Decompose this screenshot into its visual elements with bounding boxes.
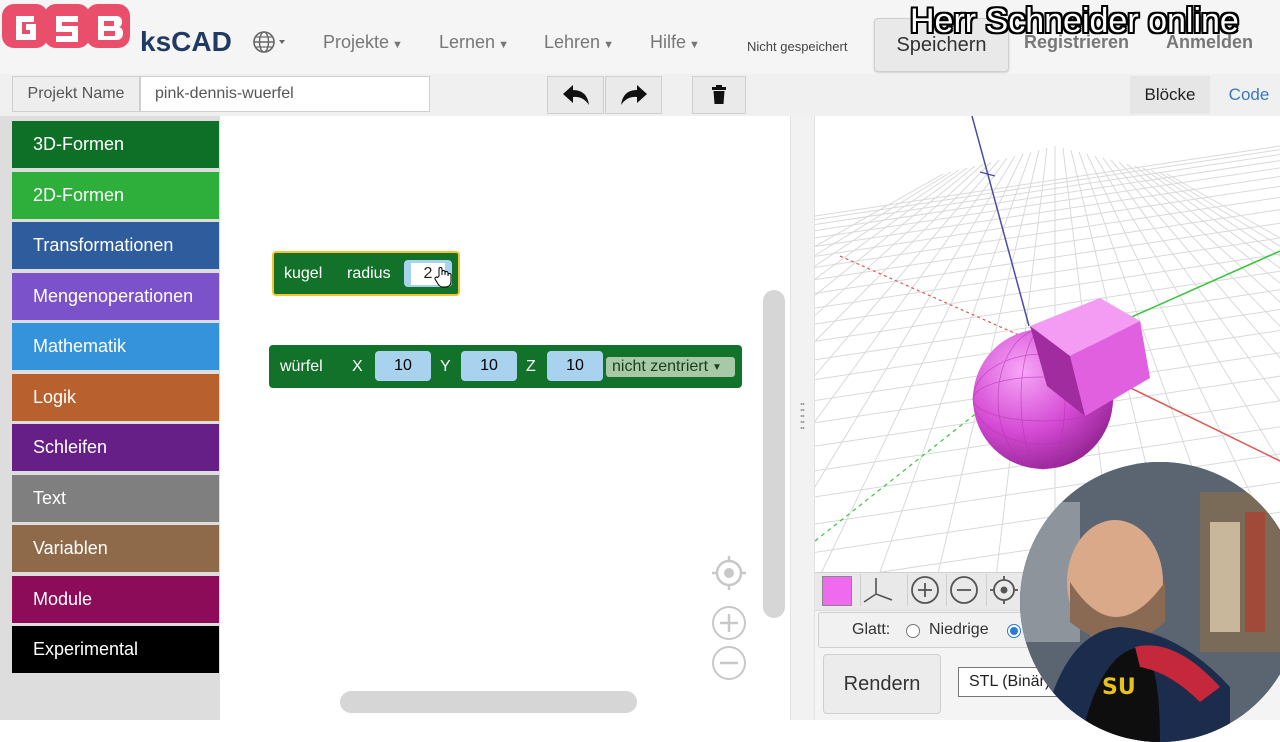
axes-icon [863,578,893,603]
category-transformations[interactable]: Transformationen [12,222,219,269]
smoothness-label: Glatt: [852,621,891,638]
nav-help-label: Hilfe [650,32,687,52]
blocks-workspace[interactable] [220,116,790,720]
cube-z-slot: 10 [547,351,603,381]
undo-arrow-icon [562,85,589,105]
z-axis [971,116,1030,327]
zoom-out-icon[interactable] [711,645,747,681]
smoothness-low-radio[interactable] [906,624,920,638]
sphere-block-title: kugel [284,264,323,282]
recenter-icon[interactable] [711,555,747,591]
caret-down-icon: ▼ [603,39,614,51]
cube-x-input[interactable]: 10 [386,354,420,378]
nav-learn[interactable]: Lernen ▼ [439,32,509,53]
zoom-in-icon[interactable] [711,605,747,641]
brand-name[interactable]: ksCAD [140,26,232,58]
cube-x-label: X [352,357,363,375]
gsb-logo-icon [2,4,130,48]
undo-button[interactable] [547,76,604,114]
cube-z-label: Z [526,357,536,375]
category-2d-shapes[interactable]: 2D-Formen [12,172,219,219]
channel-watermark: Herr Schneider online [910,2,1239,40]
cube-center-dropdown[interactable]: nicht zentriert ▼ [606,357,735,377]
unsaved-status: Nicht gespeichert [747,39,848,54]
drag-handle-icon[interactable] [800,400,805,436]
zoom-in-icon [911,576,939,604]
category-modules[interactable]: Module [12,576,219,623]
cube-z-input[interactable]: 10 [558,354,592,378]
tab-code[interactable]: Code [1218,76,1280,114]
hand-cursor-icon [434,267,452,288]
nav-learn-label: Lernen [439,32,496,52]
category-loops[interactable]: Schleifen [12,424,219,471]
project-name-input[interactable]: pink-dennis-wuerfel [140,76,430,112]
nav-projects-label: Projekte [323,32,390,52]
dropdown-arrow-icon: ▼ [712,361,722,373]
workspace-vertical-scrollbar[interactable] [763,290,785,618]
project-name-label: Projekt Name [12,76,140,112]
cube-y-label: Y [440,357,451,375]
viewer-zoom-out-button[interactable] [946,574,981,606]
recenter-icon [990,576,1018,604]
cube-center-value: nicht zentriert [612,358,709,375]
delete-button[interactable] [692,76,746,114]
category-set-operations[interactable]: Mengenoperationen [12,273,219,320]
zoom-out-icon [950,576,978,604]
redo-button[interactable] [605,76,662,114]
radio-selected-dot [1010,627,1018,635]
sphere-radius-label: radius [347,264,391,282]
smoothness-medium-radio[interactable] [1007,624,1021,638]
category-text[interactable]: Text [12,475,219,522]
workspace-horizontal-scrollbar[interactable] [340,691,637,713]
cube-y-slot: 10 [461,351,517,381]
render-button[interactable]: Rendern [823,654,941,714]
object-color-picker[interactable] [822,576,852,606]
axes-toggle-button[interactable] [860,574,895,606]
shirt-print: SU [1102,675,1136,700]
category-logic[interactable]: Logik [12,374,219,421]
nav-teach[interactable]: Lehren ▼ [544,32,614,53]
globe-icon[interactable] [252,30,288,54]
caret-down-icon: ▼ [689,39,700,51]
nav-teach-label: Lehren [544,32,601,52]
sphere-block[interactable]: kugel radius 2 [272,251,460,296]
tab-blocks[interactable]: Blöcke [1130,76,1210,114]
caret-down-icon: ▼ [392,39,403,51]
viewer-zoom-in-button[interactable] [907,574,942,606]
category-variables[interactable]: Variablen [12,525,219,572]
trash-icon [712,85,726,104]
nav-projects[interactable]: Projekte ▼ [323,32,403,53]
cube-block-title: würfel [280,357,323,375]
cube-y-input[interactable]: 10 [472,354,506,378]
nav-help[interactable]: Hilfe ▼ [650,32,700,53]
caret-down-icon: ▼ [498,39,509,51]
redo-arrow-icon [620,85,647,105]
smoothness-low-label: Niedrige [929,621,989,638]
viewer-recenter-button[interactable] [986,574,1021,606]
category-math[interactable]: Mathematik [12,323,219,370]
category-experimental[interactable]: Experimental [12,626,219,673]
cube-x-slot: 10 [375,351,431,381]
category-3d-shapes[interactable]: 3D-Formen [12,121,219,168]
